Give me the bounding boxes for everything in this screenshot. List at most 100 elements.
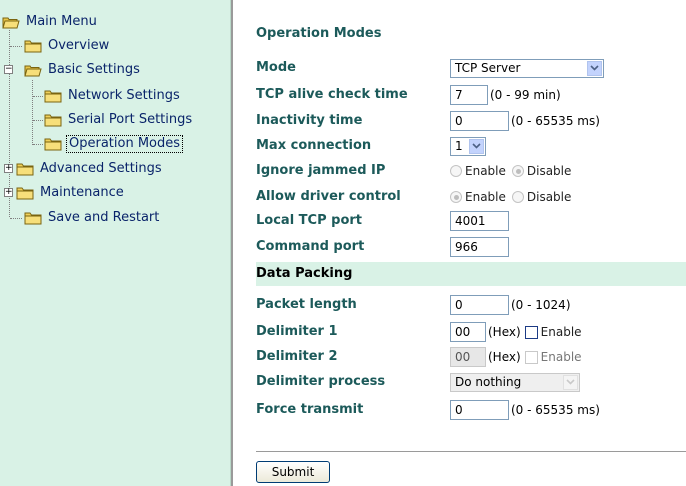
- delimiter-2-hex-label: (Hex): [488, 350, 521, 364]
- local-tcp-port-input[interactable]: 4001: [450, 211, 509, 231]
- expand-toggle-advanced-settings[interactable]: +: [4, 164, 13, 173]
- max-connection-value: 1: [455, 139, 463, 153]
- mode-select-value: TCP Server: [455, 61, 521, 75]
- radio-label: Disable: [526, 164, 572, 178]
- force-transmit-row: Force transmit 0 (0 - 65535 ms): [256, 399, 686, 421]
- command-port-label: Command port: [256, 239, 365, 254]
- delimiter-process-value: Do nothing: [455, 375, 522, 389]
- folder-icon: [44, 137, 62, 151]
- tree-line: [33, 144, 43, 145]
- inactivity-row: Inactivity time 0 (0 - 65535 ms): [256, 110, 686, 132]
- form-divider: [256, 451, 686, 452]
- checkbox-label: Enable: [540, 325, 582, 339]
- operation-modes-form: Operation Modes Mode TCP Server TCP aliv…: [246, 0, 686, 486]
- max-connection-label: Max connection: [256, 138, 372, 153]
- allow-driver-disable-radio[interactable]: [511, 191, 524, 203]
- inactivity-hint: (0 - 65535 ms): [511, 114, 600, 128]
- delimiter-process-label: Delimiter process: [256, 374, 386, 389]
- allow-driver-enable-radio[interactable]: [450, 191, 462, 203]
- folder-icon: [24, 211, 42, 225]
- tcp-alive-input[interactable]: 7: [450, 85, 488, 105]
- folder-open-icon: [2, 15, 20, 29]
- packet-length-input[interactable]: 0: [450, 295, 509, 315]
- sidebar-item-label: Save and Restart: [48, 210, 160, 225]
- delimiter-1-hex-label: (Hex): [488, 325, 521, 339]
- expand-toggle-maintenance[interactable]: +: [4, 188, 13, 197]
- checkbox-label: Enable: [540, 350, 582, 364]
- delimiter-2-input: 00: [450, 347, 486, 367]
- mode-label: Mode: [256, 60, 296, 75]
- expand-toggle-basic-settings[interactable]: −: [4, 65, 13, 74]
- tree-line: [33, 96, 43, 97]
- sidebar-item-overview[interactable]: Overview: [24, 36, 111, 56]
- radio-label: Enable: [465, 164, 506, 178]
- sidebar-item-basic-settings[interactable]: Basic Settings: [24, 60, 142, 80]
- delimiter-1-enable-checkbox[interactable]: [524, 325, 538, 339]
- delimiter-2-label: Delimiter 2: [256, 349, 338, 364]
- folder-icon: [16, 162, 34, 176]
- sidebar-tree: − + + Main Menu Overview Basic Settings …: [0, 0, 231, 486]
- chevron-down-icon: [563, 374, 578, 390]
- sidebar-item-network-settings[interactable]: Network Settings: [44, 86, 182, 106]
- ignore-jammed-enable-radio[interactable]: [450, 165, 462, 177]
- chevron-down-icon[interactable]: [587, 60, 602, 76]
- command-port-row: Command port 966: [256, 236, 686, 258]
- page-title: Operation Modes: [256, 26, 382, 41]
- submit-button[interactable]: Submit: [256, 461, 330, 483]
- allow-driver-row: Allow driver control Enable Disable: [256, 186, 686, 208]
- section-title: Data Packing: [256, 266, 353, 281]
- folder-icon: [24, 39, 42, 53]
- sidebar-item-serial-port-settings[interactable]: Serial Port Settings: [44, 110, 194, 130]
- max-connection-select[interactable]: 1: [450, 136, 486, 156]
- ignore-jammed-row: Ignore jammed IP Enable Disable: [256, 160, 686, 182]
- sidebar-item-label: Network Settings: [68, 88, 180, 103]
- force-transmit-hint: (0 - 65535 ms): [511, 403, 600, 417]
- delimiter-2-row: Delimiter 2 00 (Hex) Enable: [256, 346, 686, 368]
- sidebar-item-label: Basic Settings: [48, 62, 140, 77]
- folder-icon: [44, 113, 62, 127]
- data-packing-section-header: Data Packing: [256, 262, 686, 286]
- sidebar-item-label: Serial Port Settings: [68, 112, 193, 127]
- delimiter-1-input[interactable]: 00: [450, 322, 486, 342]
- packet-length-row: Packet length 0 (0 - 1024): [256, 294, 686, 316]
- inactivity-input[interactable]: 0: [450, 111, 509, 131]
- local-tcp-port-label: Local TCP port: [256, 213, 362, 228]
- local-tcp-port-row: Local TCP port 4001: [256, 210, 686, 232]
- sidebar-item-save-and-restart[interactable]: Save and Restart: [24, 208, 161, 228]
- tree-line: [32, 80, 33, 145]
- tree-line: [33, 120, 43, 121]
- delimiter-process-row: Delimiter process Do nothing: [256, 371, 686, 393]
- packet-length-label: Packet length: [256, 297, 357, 312]
- sidebar-item-label: Maintenance: [40, 185, 124, 200]
- folder-icon: [16, 186, 34, 200]
- frame-divider[interactable]: [231, 0, 233, 486]
- delimiter-1-label: Delimiter 1: [256, 324, 338, 339]
- folder-open-icon: [24, 63, 42, 77]
- tcp-alive-hint: (0 - 99 min): [490, 88, 561, 102]
- ignore-jammed-disable-radio[interactable]: [511, 165, 524, 177]
- force-transmit-label: Force transmit: [256, 402, 364, 417]
- allow-driver-label: Allow driver control: [256, 189, 401, 204]
- sidebar-item-label: Operation Modes: [66, 135, 184, 153]
- sidebar-item-label: Advanced Settings: [40, 161, 162, 176]
- command-port-input[interactable]: 966: [450, 237, 509, 257]
- sidebar-item-operation-modes[interactable]: Operation Modes: [44, 134, 184, 154]
- sidebar-item-label: Overview: [48, 38, 110, 53]
- folder-icon: [44, 89, 62, 103]
- mode-row: Mode TCP Server: [256, 57, 686, 79]
- sidebar-item-main-menu[interactable]: Main Menu: [2, 12, 99, 32]
- tcp-alive-row: TCP alive check time 7 (0 - 99 min): [256, 84, 686, 106]
- sidebar-item-label: Main Menu: [26, 14, 97, 29]
- delimiter-process-select: Do nothing: [450, 372, 580, 392]
- packet-length-hint: (0 - 1024): [511, 298, 571, 312]
- max-connection-row: Max connection 1: [256, 135, 686, 157]
- sidebar-item-advanced-settings[interactable]: Advanced Settings: [16, 159, 164, 179]
- tcp-alive-label: TCP alive check time: [256, 87, 408, 102]
- chevron-down-icon[interactable]: [469, 138, 484, 154]
- force-transmit-input[interactable]: 0: [450, 400, 509, 420]
- sidebar-item-maintenance[interactable]: Maintenance: [16, 183, 126, 203]
- mode-select[interactable]: TCP Server: [450, 58, 604, 78]
- radio-label: Disable: [526, 190, 572, 204]
- inactivity-label: Inactivity time: [256, 113, 363, 128]
- tree-line: [10, 218, 22, 219]
